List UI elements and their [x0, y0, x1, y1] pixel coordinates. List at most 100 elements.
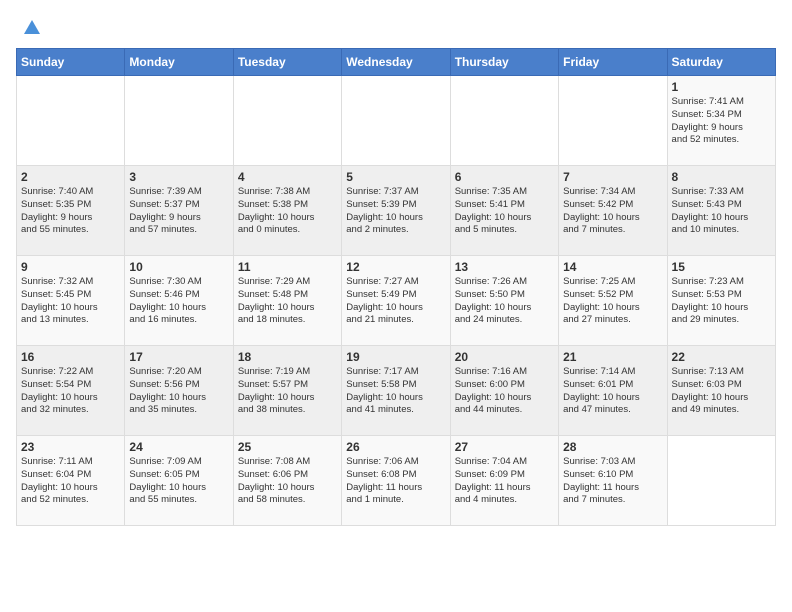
- day-number: 19: [346, 350, 445, 364]
- calendar-table: SundayMondayTuesdayWednesdayThursdayFrid…: [16, 48, 776, 526]
- calendar-cell: 11Sunrise: 7:29 AM Sunset: 5:48 PM Dayli…: [233, 256, 341, 346]
- day-number: 7: [563, 170, 662, 184]
- day-info: Sunrise: 7:26 AM Sunset: 5:50 PM Dayligh…: [455, 276, 554, 327]
- day-number: 8: [672, 170, 771, 184]
- day-number: 21: [563, 350, 662, 364]
- day-number: 23: [21, 440, 120, 454]
- calendar-header-thursday: Thursday: [450, 49, 558, 76]
- day-number: 10: [129, 260, 228, 274]
- day-number: 4: [238, 170, 337, 184]
- calendar-cell: [450, 76, 558, 166]
- day-number: 1: [672, 80, 771, 94]
- calendar-cell: 16 Sunrise: 7:22 AM Sunset: 5:54 PM Dayli…: [17, 346, 125, 436]
- calendar-header-monday: Monday: [125, 49, 233, 76]
- day-number: 27: [455, 440, 554, 454]
- calendar-cell: [233, 76, 341, 166]
- calendar-cell: 10 Sunrise: 7:30 AM Sunset: 5:46 PM Dayli…: [125, 256, 233, 346]
- day-number: 6: [455, 170, 554, 184]
- calendar-cell: 13 Sunrise: 7:26 AM Sunset: 5:50 PM Dayli…: [450, 256, 558, 346]
- calendar-cell: 27 Sunrise: 7:04 AM Sunset: 6:09 PM Dayli…: [450, 436, 558, 526]
- calendar-header-friday: Friday: [559, 49, 667, 76]
- day-info: Sunrise: 7:14 AM Sunset: 6:01 PM Dayligh…: [563, 366, 662, 417]
- calendar-cell: 3 Sunrise: 7:39 AM Sunset: 5:37 PM Daylig…: [125, 166, 233, 256]
- day-info: Sunrise: 7:22 AM Sunset: 5:54 PM Dayligh…: [21, 366, 120, 417]
- day-number: 17: [129, 350, 228, 364]
- day-number: 20: [455, 350, 554, 364]
- day-number: 26: [346, 440, 445, 454]
- day-info: Sunrise: 7:39 AM Sunset: 5:37 PM Dayligh…: [129, 186, 228, 237]
- calendar-cell: 6 Sunrise: 7:35 AM Sunset: 5:41 PM Daylig…: [450, 166, 558, 256]
- calendar-header-tuesday: Tuesday: [233, 49, 341, 76]
- day-number: 2: [21, 170, 120, 184]
- day-info: Sunrise: 7:30 AM Sunset: 5:46 PM Dayligh…: [129, 276, 228, 327]
- day-info: Sunrise: 7:11 AM Sunset: 6:04 PM Dayligh…: [21, 456, 120, 507]
- day-number: 16: [21, 350, 120, 364]
- calendar-cell: 7 Sunrise: 7:34 AM Sunset: 5:42 PM Daylig…: [559, 166, 667, 256]
- day-number: 5: [346, 170, 445, 184]
- calendar-week-row: 16 Sunrise: 7:22 AM Sunset: 5:54 PM Dayli…: [17, 346, 776, 436]
- day-number: 12: [346, 260, 445, 274]
- calendar-cell: 17 Sunrise: 7:20 AM Sunset: 5:56 PM Dayli…: [125, 346, 233, 436]
- day-info: Sunrise: 7:19 AM Sunset: 5:57 PM Dayligh…: [238, 366, 337, 417]
- day-info: Sunrise: 7:35 AM Sunset: 5:41 PM Dayligh…: [455, 186, 554, 237]
- day-info: Sunrise: 7:03 AM Sunset: 6:10 PM Dayligh…: [563, 456, 662, 507]
- day-info: Sunrise: 7:09 AM Sunset: 6:05 PM Dayligh…: [129, 456, 228, 507]
- day-info: Sunrise: 7:37 AM Sunset: 5:39 PM Dayligh…: [346, 186, 445, 237]
- calendar-header-wednesday: Wednesday: [342, 49, 450, 76]
- day-info: Sunrise: 7:32 AM Sunset: 5:45 PM Dayligh…: [21, 276, 120, 327]
- day-info: Sunrise: 7:25 AM Sunset: 5:52 PM Dayligh…: [563, 276, 662, 327]
- page-header: [16, 16, 776, 40]
- day-number: 22: [672, 350, 771, 364]
- day-number: 3: [129, 170, 228, 184]
- calendar-week-row: 2 Sunrise: 7:40 AM Sunset: 5:35 PM Daylig…: [17, 166, 776, 256]
- day-info: Sunrise: 7:34 AM Sunset: 5:42 PM Dayligh…: [563, 186, 662, 237]
- logo-icon: [20, 16, 44, 40]
- calendar-cell: 4 Sunrise: 7:38 AM Sunset: 5:38 PM Daylig…: [233, 166, 341, 256]
- calendar-week-row: 9 Sunrise: 7:32 AM Sunset: 5:45 PM Daylig…: [17, 256, 776, 346]
- day-info: Sunrise: 7:13 AM Sunset: 6:03 PM Dayligh…: [672, 366, 771, 417]
- day-info: Sunrise: 7:04 AM Sunset: 6:09 PM Dayligh…: [455, 456, 554, 507]
- calendar-cell: 23 Sunrise: 7:11 AM Sunset: 6:04 PM Dayli…: [17, 436, 125, 526]
- calendar-cell: [17, 76, 125, 166]
- day-number: 18: [238, 350, 337, 364]
- calendar-cell: [667, 436, 775, 526]
- calendar-cell: 8 Sunrise: 7:33 AM Sunset: 5:43 PM Daylig…: [667, 166, 775, 256]
- day-number: 13: [455, 260, 554, 274]
- calendar-cell: [125, 76, 233, 166]
- day-number: 28: [563, 440, 662, 454]
- calendar-header-sunday: Sunday: [17, 49, 125, 76]
- calendar-cell: 26 Sunrise: 7:06 AM Sunset: 6:08 PM Dayli…: [342, 436, 450, 526]
- day-info: Sunrise: 7:27 AM Sunset: 5:49 PM Dayligh…: [346, 276, 445, 327]
- calendar-cell: 24 Sunrise: 7:09 AM Sunset: 6:05 PM Dayli…: [125, 436, 233, 526]
- calendar-cell: 19 Sunrise: 7:17 AM Sunset: 5:58 PM Dayli…: [342, 346, 450, 436]
- day-info: Sunrise: 7:38 AM Sunset: 5:38 PM Dayligh…: [238, 186, 337, 237]
- calendar-week-row: 1 Sunrise: 7:41 AM Sunset: 5:34 PM Daylig…: [17, 76, 776, 166]
- day-info: Sunrise: 7:08 AM Sunset: 6:06 PM Dayligh…: [238, 456, 337, 507]
- calendar-cell: 5 Sunrise: 7:37 AM Sunset: 5:39 PM Daylig…: [342, 166, 450, 256]
- calendar-cell: 25 Sunrise: 7:08 AM Sunset: 6:06 PM Dayli…: [233, 436, 341, 526]
- calendar-cell: 15 Sunrise: 7:23 AM Sunset: 5:53 PM Dayli…: [667, 256, 775, 346]
- calendar-cell: 1 Sunrise: 7:41 AM Sunset: 5:34 PM Daylig…: [667, 76, 775, 166]
- calendar-cell: 21 Sunrise: 7:14 AM Sunset: 6:01 PM Dayli…: [559, 346, 667, 436]
- logo: [16, 16, 44, 40]
- day-number: 24: [129, 440, 228, 454]
- day-info: Sunrise: 7:20 AM Sunset: 5:56 PM Dayligh…: [129, 366, 228, 417]
- calendar-cell: [342, 76, 450, 166]
- calendar-week-row: 23 Sunrise: 7:11 AM Sunset: 6:04 PM Dayli…: [17, 436, 776, 526]
- day-info: Sunrise: 7:40 AM Sunset: 5:35 PM Dayligh…: [21, 186, 120, 237]
- day-number: 15: [672, 260, 771, 274]
- calendar-header-row: SundayMondayTuesdayWednesdayThursdayFrid…: [17, 49, 776, 76]
- day-number: 25: [238, 440, 337, 454]
- day-info: Sunrise: 7:23 AM Sunset: 5:53 PM Dayligh…: [672, 276, 771, 327]
- day-info: Sunrise: 7:29 AM Sunset: 5:48 PM Dayligh…: [238, 276, 337, 327]
- calendar-cell: 14Sunrise: 7:25 AM Sunset: 5:52 PM Dayli…: [559, 256, 667, 346]
- calendar-cell: 2 Sunrise: 7:40 AM Sunset: 5:35 PM Daylig…: [17, 166, 125, 256]
- day-info: Sunrise: 7:33 AM Sunset: 5:43 PM Dayligh…: [672, 186, 771, 237]
- calendar-cell: 12 Sunrise: 7:27 AM Sunset: 5:49 PM Dayli…: [342, 256, 450, 346]
- calendar-cell: 20Sunrise: 7:16 AM Sunset: 6:00 PM Dayli…: [450, 346, 558, 436]
- day-info: Sunrise: 7:06 AM Sunset: 6:08 PM Dayligh…: [346, 456, 445, 507]
- day-number: 9: [21, 260, 120, 274]
- day-info: Sunrise: 7:17 AM Sunset: 5:58 PM Dayligh…: [346, 366, 445, 417]
- day-info: Sunrise: 7:41 AM Sunset: 5:34 PM Dayligh…: [672, 96, 771, 147]
- calendar-cell: 18 Sunrise: 7:19 AM Sunset: 5:57 PM Dayli…: [233, 346, 341, 436]
